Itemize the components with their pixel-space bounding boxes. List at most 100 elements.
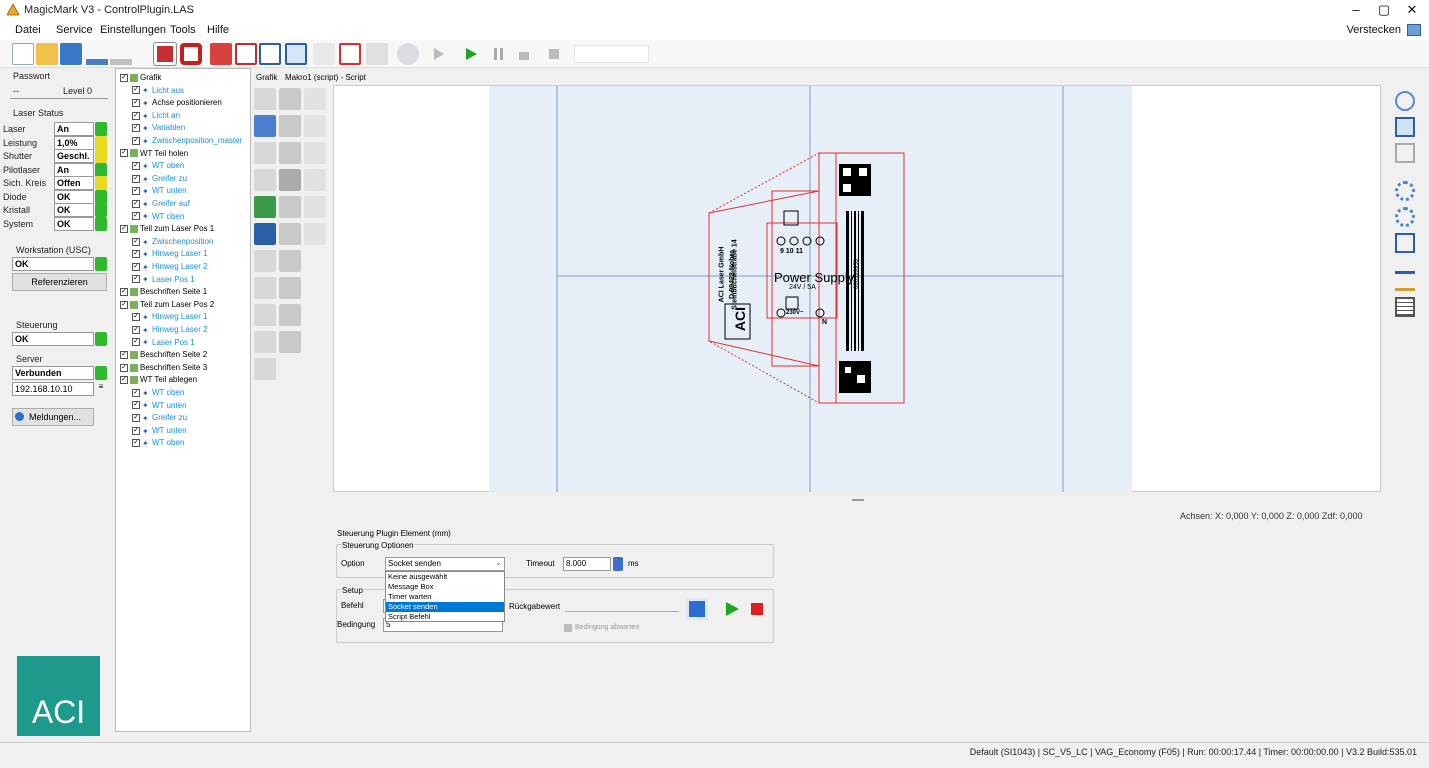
tree-checkbox[interactable]: ✓ — [120, 149, 128, 158]
pill-tool-icon[interactable] — [254, 142, 276, 164]
tree-item[interactable]: ✓ ✦ Laser Pos 1 — [132, 338, 195, 348]
tree-item[interactable]: ✓ ✦ Hinweg Laser 2 — [132, 325, 208, 335]
tree-checkbox[interactable]: ✓ — [132, 275, 140, 284]
tree-checkbox[interactable]: ✓ — [120, 376, 128, 385]
tree-checkbox[interactable]: ✓ — [132, 174, 140, 183]
tree-item[interactable]: ✓ ✦ WT oben — [132, 212, 184, 222]
axis2-tool-icon[interactable] — [254, 358, 276, 380]
menu-einstellungen[interactable]: Einstellungen — [100, 24, 166, 36]
tree-item[interactable]: ✓ ✦ Hinweg Laser 2 — [132, 262, 208, 272]
tree-group[interactable]: ✓ Teil zum Laser Pos 2 — [120, 300, 214, 310]
dropdown-option[interactable]: Keine ausgewählt — [386, 572, 504, 582]
pen-tool-icon[interactable] — [279, 250, 301, 272]
bitmap-tool-icon[interactable] — [254, 331, 276, 353]
ip-menu-icon[interactable]: ≡ — [95, 382, 107, 396]
tree-checkbox[interactable]: ✓ — [132, 325, 140, 334]
tree-item[interactable]: ✓ ✦ Zwischenposition_master — [132, 136, 242, 146]
tree-checkbox[interactable]: ✓ — [120, 225, 128, 234]
script-tool-icon[interactable] — [254, 223, 276, 245]
pattern-tool-icon[interactable] — [304, 223, 326, 245]
tree-checkbox[interactable]: ✓ — [132, 388, 140, 397]
dropdown-option[interactable]: Script Befehl — [386, 612, 504, 622]
tree-tool-icon[interactable] — [254, 196, 276, 218]
zoom-fit-icon[interactable] — [1395, 117, 1415, 137]
stop-button-icon[interactable] — [751, 603, 763, 615]
tree-item[interactable]: ✓ ✦ Hinweg Laser 1 — [132, 312, 208, 322]
tree-item[interactable]: ✓ ✦ WT unten — [132, 186, 187, 196]
tree-item[interactable]: ✓ ✦ Variablen — [132, 123, 185, 133]
tree-checkbox[interactable]: ✓ — [132, 99, 140, 108]
tree-group[interactable]: ✓ Beschriften Seite 1 — [120, 287, 207, 297]
undo-icon[interactable] — [86, 43, 108, 65]
text-tool-icon[interactable] — [279, 169, 301, 191]
close-button[interactable]: ✕ — [1392, 0, 1429, 20]
tree-item[interactable]: ✓ ✦ WT unten — [132, 401, 187, 411]
tree-checkbox[interactable]: ✓ — [120, 363, 128, 372]
layout-icon[interactable] — [259, 43, 281, 65]
server-ip-field[interactable]: 192.168.10.10 — [12, 382, 94, 396]
chevron-down-icon[interactable]: ⌄ — [495, 558, 502, 567]
grid-icon[interactable] — [339, 43, 361, 65]
abc-tool-icon[interactable] — [304, 196, 326, 218]
menu-tools[interactable]: Tools — [170, 24, 196, 36]
tree-group[interactable]: ✓ WT Teil holen — [120, 149, 188, 159]
point-tool-icon[interactable] — [304, 88, 326, 110]
await-checkbox[interactable] — [564, 624, 572, 632]
dots-tool-icon[interactable] — [304, 115, 326, 137]
gear-icon[interactable] — [397, 43, 419, 65]
grid-toggle-icon[interactable] — [1395, 297, 1415, 317]
play-icon[interactable] — [465, 48, 477, 60]
tree-item[interactable]: ✓ ✦ WT oben — [132, 388, 184, 398]
tree-checkbox[interactable]: ✓ — [132, 414, 140, 423]
image-tool-icon[interactable] — [254, 250, 276, 272]
lock-icon[interactable] — [518, 48, 530, 60]
axis-tool-icon[interactable] — [279, 331, 301, 353]
new-file-icon[interactable] — [12, 43, 34, 65]
tree-item[interactable]: ✓ ✦ Hinweg Laser 1 — [132, 249, 208, 259]
toolbar-field[interactable] — [574, 45, 649, 63]
record-icon[interactable] — [180, 43, 202, 65]
stop-square-icon[interactable] — [548, 48, 560, 60]
pause-icon[interactable] — [493, 48, 505, 60]
hide-button[interactable]: Verstecken — [1347, 24, 1401, 36]
timeout-input[interactable]: 8.000 — [563, 557, 611, 571]
tree-checkbox[interactable]: ✓ — [132, 187, 140, 196]
zoom-out-icon[interactable] — [1395, 207, 1415, 227]
menu-hilfe[interactable]: Hilfe — [207, 24, 229, 36]
tree-checkbox[interactable]: ✓ — [132, 111, 140, 120]
tree-checkbox[interactable]: ✓ — [132, 439, 140, 448]
tab-makro-script[interactable]: Makro1 (script) - Script — [285, 73, 366, 82]
tree-checkbox[interactable]: ✓ — [132, 162, 140, 171]
redo-icon[interactable] — [110, 43, 132, 65]
tree-checkbox[interactable]: ✓ — [132, 262, 140, 271]
save-icon[interactable] — [60, 43, 82, 65]
tree-checkbox[interactable]: ✓ — [132, 250, 140, 259]
tree-item[interactable]: ✓ ✦ Greifer auf — [132, 199, 190, 209]
move-tool-icon[interactable] — [254, 169, 276, 191]
ellipse-tool-icon[interactable] — [279, 142, 301, 164]
zoom-icon[interactable] — [1395, 91, 1415, 111]
spinner-icon[interactable] — [613, 557, 623, 571]
tree-checkbox[interactable]: ✓ — [120, 300, 128, 309]
eraser-tool-icon[interactable] — [254, 115, 276, 137]
tree-item[interactable]: ✓ ✦ WT oben — [132, 438, 184, 448]
option-dropdown[interactable]: Keine ausgewählt Message Box Timer warten S… — [385, 571, 505, 622]
open-folder-icon[interactable] — [36, 43, 58, 65]
tree-group[interactable]: ✓ Grafik — [120, 73, 161, 83]
tree-checkbox[interactable]: ✓ — [132, 136, 140, 145]
messages-button[interactable]: Meldungen... — [12, 408, 94, 426]
password-input[interactable]: -- — [13, 86, 19, 96]
tree-checkbox[interactable]: ✓ — [132, 237, 140, 246]
tree-group[interactable]: ✓ Beschriften Seite 3 — [120, 363, 207, 373]
hatch-tool-icon[interactable] — [254, 88, 276, 110]
panel-icon[interactable] — [1407, 24, 1421, 36]
tree-checkbox[interactable]: ✓ — [132, 313, 140, 322]
menu-service[interactable]: Service — [56, 24, 93, 36]
tree-checkbox[interactable]: ✓ — [132, 212, 140, 221]
step-icon[interactable] — [432, 48, 444, 60]
menu-datei[interactable]: Datei — [15, 24, 41, 36]
tree-checkbox[interactable]: ✓ — [132, 199, 140, 208]
vector-tool-icon[interactable] — [254, 304, 276, 326]
tree-item[interactable]: ✓ ✦ Greifer zu — [132, 174, 187, 184]
circle-arrow-tool-icon[interactable] — [304, 142, 326, 164]
